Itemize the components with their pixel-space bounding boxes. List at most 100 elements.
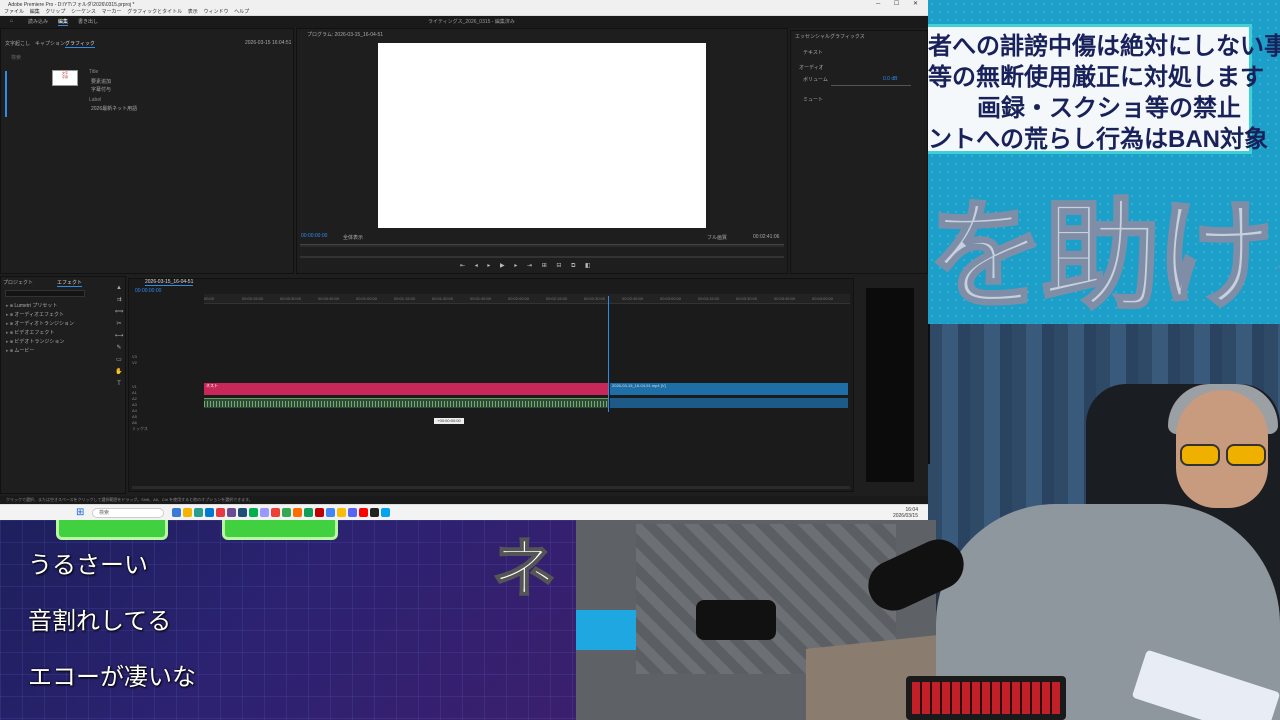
app-icon[interactable] — [337, 508, 346, 517]
menu-help[interactable]: ヘルプ — [234, 8, 249, 16]
tab-transcript[interactable]: 文字起こし — [5, 40, 30, 47]
graphic-thumbnail[interactable]: 文字 字幕 — [52, 70, 78, 86]
volume-slider[interactable] — [831, 85, 911, 86]
rules-banner: 者への誹謗中傷は絶対にしない事 等の無断使用厳正に対処します 画録・スクショ等の… — [928, 0, 1280, 324]
green-bar-right — [222, 518, 338, 540]
app-icon[interactable] — [370, 508, 379, 517]
volume-label: ボリューム — [803, 77, 828, 83]
sequence-tab[interactable]: 2026-03-15_16-04-51 — [145, 279, 194, 286]
audio-clip-main[interactable] — [610, 398, 848, 408]
app-icon[interactable] — [304, 508, 313, 517]
ruler-tick: 00:02:30:00 — [584, 296, 606, 301]
app-icon[interactable] — [249, 508, 258, 517]
audio-waveform — [204, 401, 608, 407]
menu-marker[interactable]: マーカー — [102, 8, 122, 16]
ruler-tick: 00:02:00:00 — [508, 296, 530, 301]
ruler-tick: 00:00:45:00 — [318, 296, 340, 301]
taskbar-clock[interactable]: 16:04 2026/03/15 — [893, 507, 918, 519]
taskbar-search[interactable]: 検索 — [92, 508, 164, 518]
effects-folder[interactable]: ビデオトランジション — [6, 338, 74, 347]
tab-project[interactable]: プロジェクト — [3, 279, 33, 286]
quality-dropdown[interactable]: フル画質 — [707, 234, 727, 241]
playhead[interactable] — [608, 296, 609, 412]
tab-captions[interactable]: キャプション — [35, 40, 65, 47]
overlay-char: ネ — [491, 532, 557, 606]
audio-meters — [866, 288, 914, 482]
fit-dropdown[interactable]: 全体表示 — [343, 234, 363, 241]
app-icon[interactable] — [293, 508, 302, 517]
program-tab[interactable]: プログラム: 2026-03-15_16-04-51 — [307, 31, 383, 38]
tools-palette[interactable]: ▲ ⇉ ⟺ ✂ ⟷ ✎ ▭ ✋ T — [114, 282, 124, 410]
track-label[interactable]: ミックス — [132, 426, 202, 432]
program-zoom-bar[interactable] — [300, 256, 784, 258]
menu-window[interactable]: ウィンドウ — [203, 8, 228, 16]
app-icon[interactable] — [216, 508, 225, 517]
graphics-date: 2026-03-15 16:04:51 — [245, 40, 292, 46]
app-icon[interactable] — [227, 508, 236, 517]
sunglasses — [1180, 444, 1276, 468]
audio-section[interactable]: オーディオ — [799, 64, 824, 71]
effects-search-input[interactable] — [5, 290, 85, 297]
workspace-export[interactable]: 書き出し — [78, 18, 98, 25]
ruler-tick: 00:00:15:00 — [242, 296, 264, 301]
effects-folder[interactable]: オーディオトランジション — [6, 320, 74, 329]
home-icon[interactable]: ⌂ — [10, 18, 13, 24]
video-clip-main[interactable]: 2026-03-15_16-04-51.mp4 [V] — [610, 383, 848, 395]
effects-folder[interactable]: ビデオエフェクト — [6, 329, 74, 338]
effects-folder[interactable]: Lumetri プリセット — [6, 302, 74, 311]
window-title: Adobe Premiere Pro - D:\YT\フォルダ\2026\031… — [8, 2, 135, 8]
app-icon[interactable] — [315, 508, 324, 517]
app-icon[interactable] — [348, 508, 357, 517]
window-controls[interactable]: ─ ☐ ✕ — [876, 0, 924, 7]
app-icon[interactable] — [172, 508, 181, 517]
timeline-timecode[interactable]: 00:00:00:00 — [135, 288, 161, 294]
windows-start-icon[interactable]: ⊞ — [76, 508, 86, 518]
app-icon[interactable] — [282, 508, 291, 517]
title-bar: Adobe Premiere Pro - D:\YT\フォルダ\2026\031… — [0, 0, 928, 8]
app-icon[interactable] — [326, 508, 335, 517]
app-icon[interactable] — [194, 508, 203, 517]
menu-clip[interactable]: クリップ — [45, 8, 65, 16]
app-icon[interactable] — [205, 508, 214, 517]
transport-controls[interactable]: ⇤ ◂ ▸ ▶ ▸ ⇥ ⊞ ⊟ ⧉ ◧ — [460, 262, 640, 270]
app-icon[interactable] — [381, 508, 390, 517]
app-icon[interactable] — [359, 508, 368, 517]
menu-file[interactable]: ファイル — [4, 8, 24, 16]
menu-view[interactable]: 表示 — [188, 8, 198, 16]
app-icon[interactable] — [238, 508, 247, 517]
menu-sequence[interactable]: シーケンス — [71, 8, 96, 16]
menu-graphics[interactable]: グラフィックとタイトル — [127, 8, 182, 16]
app-icon[interactable] — [183, 508, 192, 517]
tab-graphics[interactable]: グラフィック — [65, 40, 95, 48]
graphics-search[interactable]: 検索 — [11, 54, 21, 61]
volume-value[interactable]: 0.0 dB — [883, 76, 897, 82]
ruler-tick: 00:04:00:00 — [812, 296, 834, 301]
app-icon[interactable] — [271, 508, 280, 517]
program-scrubber[interactable] — [300, 244, 784, 247]
effects-folder[interactable]: オーディオエフェクト — [6, 311, 74, 320]
premiere-window: Adobe Premiere Pro - D:\YT\フォルダ\2026\031… — [0, 0, 928, 520]
taskbar-apps[interactable] — [172, 508, 390, 517]
workspace-edit[interactable]: 編集 — [58, 18, 69, 26]
ruler-tick: 00:03:15:00 — [698, 296, 720, 301]
menu-bar: ファイル 編集 クリップ シーケンス マーカー グラフィックとタイトル 表示 ウ… — [0, 8, 928, 16]
ruler-tick: 00:03:30:00 — [736, 296, 758, 301]
tab-effects[interactable]: エフェクト — [57, 279, 83, 287]
rule-line: ントへの荒らし行為はBAN対象 — [928, 126, 1268, 153]
item-text-1: 要素追加 — [91, 79, 112, 85]
workspace-import[interactable]: 読み込み — [28, 18, 48, 25]
timeline-ruler[interactable]: 00:00 00:00:15:00 00:00:30:00 00:00:45:0… — [204, 294, 850, 304]
green-bar-left — [56, 518, 168, 540]
workspace-bar: ⌂ 読み込み 編集 書き出し ライティングス_2026_0315 - 編集済み — [0, 16, 928, 28]
ruler-tick: 00:02:45:00 — [622, 296, 644, 301]
menu-edit[interactable]: 編集 — [30, 8, 40, 16]
essential-tab[interactable]: エッセンシャルグラフィックス — [795, 33, 865, 40]
timeline-scrollbar[interactable] — [132, 486, 850, 489]
rule-line: 等の無断使用厳正に対処します — [928, 64, 1264, 91]
mute-checkbox[interactable]: ミュート — [803, 96, 823, 103]
project-title: ライティングス_2026_0315 - 編集済み — [428, 19, 515, 25]
app-icon[interactable] — [260, 508, 269, 517]
track-label[interactable]: V2 — [132, 360, 202, 366]
video-clip-nested[interactable]: ネスト — [204, 383, 608, 395]
effects-folder[interactable]: ムービー — [6, 347, 74, 356]
